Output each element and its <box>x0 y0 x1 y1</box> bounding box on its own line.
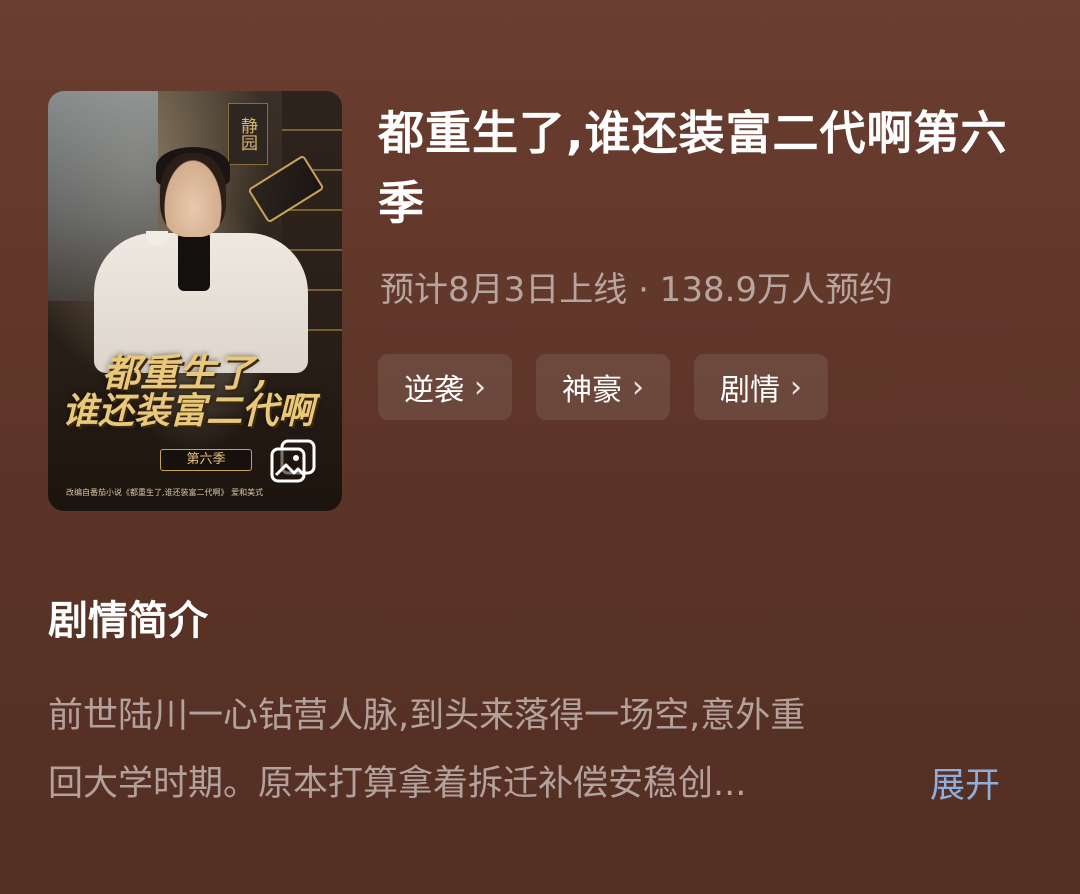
poster-title-line1: 都重生了, <box>102 350 268 395</box>
tag-chip-nixi[interactable]: 逆袭 › <box>378 354 512 420</box>
tag-label: 逆袭 <box>404 373 464 408</box>
gallery-icon[interactable] <box>268 437 318 483</box>
poster-title-art: 都重生了, 谁还装富二代啊 <box>62 353 342 431</box>
poster-teacup <box>146 231 168 245</box>
tag-chip-juqing[interactable]: 剧情 › <box>694 354 828 420</box>
tag-label: 剧情 <box>720 373 780 408</box>
synopsis-text: 前世陆川一心钻营人脉,到头来落得一场空,意外重 回大学时期。原本打算拿着拆迁补偿… <box>48 682 1028 818</box>
tag-label: 神豪 <box>562 373 622 408</box>
expand-button[interactable]: 展开 <box>930 752 1000 820</box>
show-poster[interactable]: 静园 都重生了, 谁还装富二代啊 第六季 改编自番茄小说《都重生了,谁还装富二代… <box>48 91 342 511</box>
chevron-right-icon: › <box>632 369 644 405</box>
poster-credit: 改编自番茄小说《都重生了,谁还装富二代啊》 爱和美式 <box>66 488 264 497</box>
poster-title-line2: 谁还装富二代啊 <box>62 389 315 432</box>
tag-list: 逆袭 › 神豪 › 剧情 › <box>378 354 828 420</box>
synopsis-heading: 剧情简介 <box>48 598 208 644</box>
poster-seal: 静园 <box>228 103 268 165</box>
poster-season-tag: 第六季 <box>160 449 252 471</box>
chevron-right-icon: › <box>790 369 802 405</box>
chevron-right-icon: › <box>474 369 486 405</box>
release-meta: 预计8月3日上线 · 138.9万人预约 <box>380 270 894 310</box>
poster-person-collar <box>178 231 210 291</box>
poster-person-head <box>160 153 226 237</box>
show-title: 都重生了,谁还装富二代啊第六季 <box>378 106 1008 230</box>
tag-chip-shenhao[interactable]: 神豪 › <box>536 354 670 420</box>
synopsis-line-1: 前世陆川一心钻营人脉,到头来落得一场空,意外重 <box>48 696 806 736</box>
synopsis-line-2: 回大学时期。原本打算拿着拆迁补偿安稳创... <box>48 764 747 804</box>
